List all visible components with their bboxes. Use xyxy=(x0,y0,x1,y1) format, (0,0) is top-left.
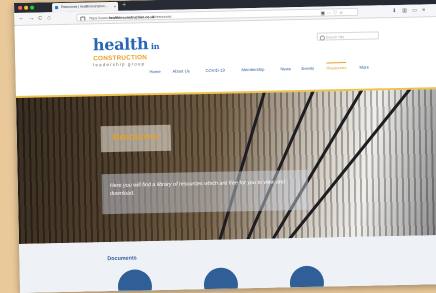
lock-icon xyxy=(80,17,85,22)
close-window-icon[interactable] xyxy=(18,6,22,10)
documents-heading: Documents xyxy=(107,255,136,262)
site-search-input[interactable]: Search Site xyxy=(317,31,379,40)
close-tab-icon[interactable]: × xyxy=(114,2,117,11)
menu-icon[interactable]: ≡ xyxy=(422,5,425,15)
address-bar-actions[interactable]: ▣ ··· ♡ ☆ xyxy=(320,9,343,17)
search-placeholder: Search Site xyxy=(326,35,345,39)
url-domain: healthinconstruction.co.uk xyxy=(109,15,155,20)
download-icon[interactable]: ⬇ xyxy=(392,6,396,16)
url-prefix: https://www. xyxy=(89,16,108,20)
url-path: /resources xyxy=(155,15,172,19)
menu-item-about-us[interactable]: About Us xyxy=(172,65,189,77)
web-page: health in CONSTRUCTION leadership group … xyxy=(14,17,436,293)
browser-window: Resources | healthinconstruc... × + ← → … xyxy=(14,0,436,293)
documents-section: Documents xyxy=(19,235,436,293)
hero-banner: Resources Here you will find a library o… xyxy=(16,89,436,244)
logo-health: health xyxy=(93,34,149,54)
menu-item-membership[interactable]: Membership xyxy=(241,64,264,76)
home-button[interactable]: ⌂ xyxy=(47,13,51,23)
back-button[interactable]: ← xyxy=(18,14,24,24)
favicon-icon xyxy=(55,6,58,9)
tab-title: Resources | healthinconstruc... xyxy=(61,4,108,9)
menu-item-more[interactable]: More xyxy=(359,62,369,74)
reader-icon[interactable]: ▭ xyxy=(412,6,417,16)
forward-button[interactable]: → xyxy=(28,14,34,24)
menu-item-news[interactable]: News xyxy=(280,63,291,75)
menu-item-covid-19[interactable]: COVID-19 xyxy=(205,65,225,77)
minimize-window-icon[interactable] xyxy=(24,6,28,10)
menu-item-events[interactable]: Events xyxy=(301,63,314,75)
library-icon[interactable]: ▥ xyxy=(402,6,407,16)
search-icon xyxy=(320,36,325,41)
hero-title: Resources xyxy=(113,131,159,142)
document-category-icon[interactable] xyxy=(118,269,153,293)
menu-item-resources[interactable]: Resources xyxy=(326,62,346,73)
new-tab-button[interactable]: + xyxy=(122,1,126,11)
document-category-icon[interactable] xyxy=(204,267,239,293)
logo-in: in xyxy=(148,41,159,51)
site-logo[interactable]: health in CONSTRUCTION leadership group xyxy=(93,36,160,68)
menu-item-home[interactable]: Home xyxy=(149,66,160,78)
reload-button[interactable]: C xyxy=(38,13,42,23)
document-category-icon[interactable] xyxy=(290,266,325,293)
maximize-window-icon[interactable] xyxy=(30,6,34,10)
